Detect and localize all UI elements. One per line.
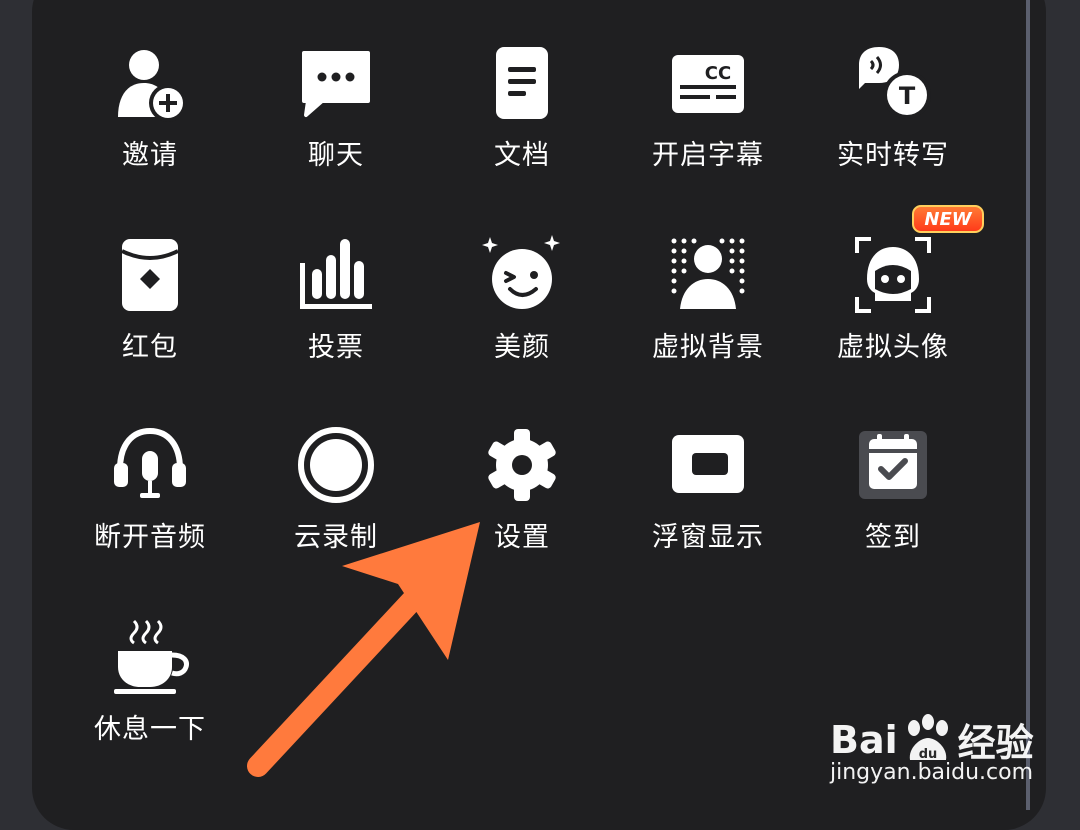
annotation-arrow-icon: [247, 522, 480, 777]
watermark-brand-right: 经验: [957, 721, 1034, 765]
baidu-paw-icon: du: [907, 713, 948, 762]
baidu-watermark: Bai du 经验: [830, 712, 1034, 767]
watermark-url: jingyan.baidu.com: [830, 760, 1034, 785]
watermark-brand-left: Bai: [830, 717, 898, 762]
